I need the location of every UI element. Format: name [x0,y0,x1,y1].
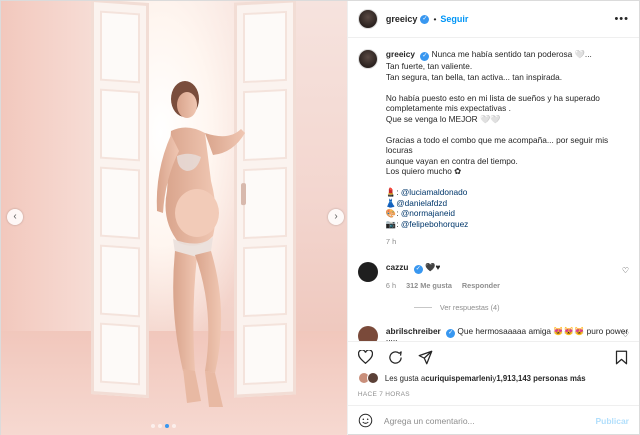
comment-item: cazzu ✓ 🖤♥ 6 h 312 Me gusta Responder ♡ [357,261,629,291]
comment-avatar[interactable] [357,325,378,341]
carousel-dot [165,424,169,428]
caption-line: Gracias a todo el combo que me acompaña.… [385,134,609,156]
credit-prefix: 💄: [385,187,399,197]
credit-mention[interactable]: @luciamaldonado [401,187,468,197]
carousel-prev-button[interactable]: ‹ [7,209,23,225]
bookmark-icon[interactable] [613,349,629,365]
publish-button[interactable]: Publicar [595,416,629,426]
credit-prefix: 📷: [385,218,399,229]
heart-icon[interactable] [358,349,374,365]
header-separator: • [433,14,437,24]
comment-likes[interactable]: 312 Me gusta [406,280,452,291]
comment-avatar[interactable] [357,261,378,282]
comment-username[interactable]: abrilschreiber [386,326,441,336]
more-options-icon[interactable]: ••• [614,13,629,25]
caption-line: aunque vayan en contra del tiempo. [385,155,518,166]
credit-prefix: 🎨: [385,208,399,218]
post-photo: ‹ › [1,1,347,435]
caption-line: No había puesto esto en mi lista de sueñ… [385,92,600,103]
post-time-ago: HACE 7 HORAS [357,391,410,398]
verified-icon: ✓ [446,328,456,338]
comment-body: abrilschreiber ✓ Que hermosaaaaa amiga 😻… [386,326,629,342]
caption-line [386,82,629,93]
carousel-next-button[interactable]: › [328,209,344,225]
carousel-dots [151,424,176,428]
comment-like-icon[interactable]: ♡ [622,266,629,275]
caption-line: Que se venga lo MEJOR 🤍🤍 [385,113,501,124]
comment-body: cazzu ✓ 🖤♥ 6 h 312 Me gusta Responder [386,262,629,291]
photo-person [156,81,245,407]
verified-icon: ✓ [413,264,423,274]
caption-username[interactable]: greeicy [386,49,415,59]
view-replies-button[interactable]: Ver respuestas (4) [413,302,629,312]
reply-button[interactable]: Responder [462,280,500,291]
post-actions: Les gusta a curiquispemarleni y 1,913,14… [347,341,639,398]
share-icon[interactable] [418,349,434,365]
caption-line: completamente mis expectativas . [385,103,511,113]
comment-like-icon[interactable]: ♡ [622,330,629,339]
photo-wall [1,1,96,331]
caption-line: Tan fuerte, tan valiente. [385,61,473,71]
credit-prefix: 👗 [385,197,397,208]
emoji-icon[interactable] [358,413,374,429]
credit-mention[interactable]: @normajaneid [401,208,455,218]
caption-avatar[interactable] [357,49,378,69]
likes-count[interactable]: 1,913,143 personas más [496,374,585,383]
view-replies-label: Ver respuestas (4) [439,302,500,312]
caption-line: Nunca me había sentido tan poderosa 🤍... [431,49,592,59]
author-avatar[interactable] [357,9,378,29]
comment-input[interactable] [383,416,596,426]
replies-divider [413,306,432,308]
likes-prefix: Les gusta a [384,373,426,383]
likes-user[interactable]: curiquispemarleni [425,374,492,383]
verified-icon: ✓ [420,14,430,24]
liker-avatars [357,372,379,384]
follow-button[interactable]: Seguir [440,14,468,24]
comments-list[interactable]: greeicy ✓ Nunca me había sentido tan pod… [348,39,639,341]
caption-line: Tan segura, tan bella, tan activa... tan… [385,71,563,82]
post-panel: greeicy ✓ • Seguir ••• greeicy ✓ Nunca m… [346,1,639,435]
carousel-dot [151,424,155,428]
add-comment-bar: Publicar [347,405,639,435]
carousel-dot [172,424,176,428]
comment-item: abrilschreiber ✓ Que hermosaaaaa amiga 😻… [357,325,629,342]
photo-door-left [91,1,149,399]
caption-line [386,124,629,135]
comment-username[interactable]: cazzu [386,262,409,272]
post-caption: greeicy ✓ Nunca me había sentido tan pod… [357,49,629,248]
credit-mention[interactable]: @felipebohorquez [401,219,468,229]
verified-icon: ✓ [420,52,430,61]
caption-text: greeicy ✓ Nunca me había sentido tan pod… [386,49,629,248]
caption-line: Los quiero mucho ✿ [385,166,462,176]
comment-text: 🖤♥ [425,261,441,272]
likes-summary: Les gusta a curiquispemarleni y 1,913,14… [357,372,629,384]
comment-icon[interactable] [388,349,404,365]
comment-meta: 6 h 312 Me gusta Responder [386,280,629,291]
action-icons [358,346,629,368]
credit-mention[interactable]: @danielafdzd [396,198,447,208]
post-header: greeicy ✓ • Seguir ••• [347,1,639,38]
author-username[interactable]: greeicy [386,14,418,24]
caption-time: 7 h [385,237,397,246]
comment-time: 6 h [385,280,397,290]
carousel-dot [158,424,162,428]
post-modal: ‹ › greeicy ✓ • Seguir ••• greeicy ✓ Nun… [0,0,640,435]
